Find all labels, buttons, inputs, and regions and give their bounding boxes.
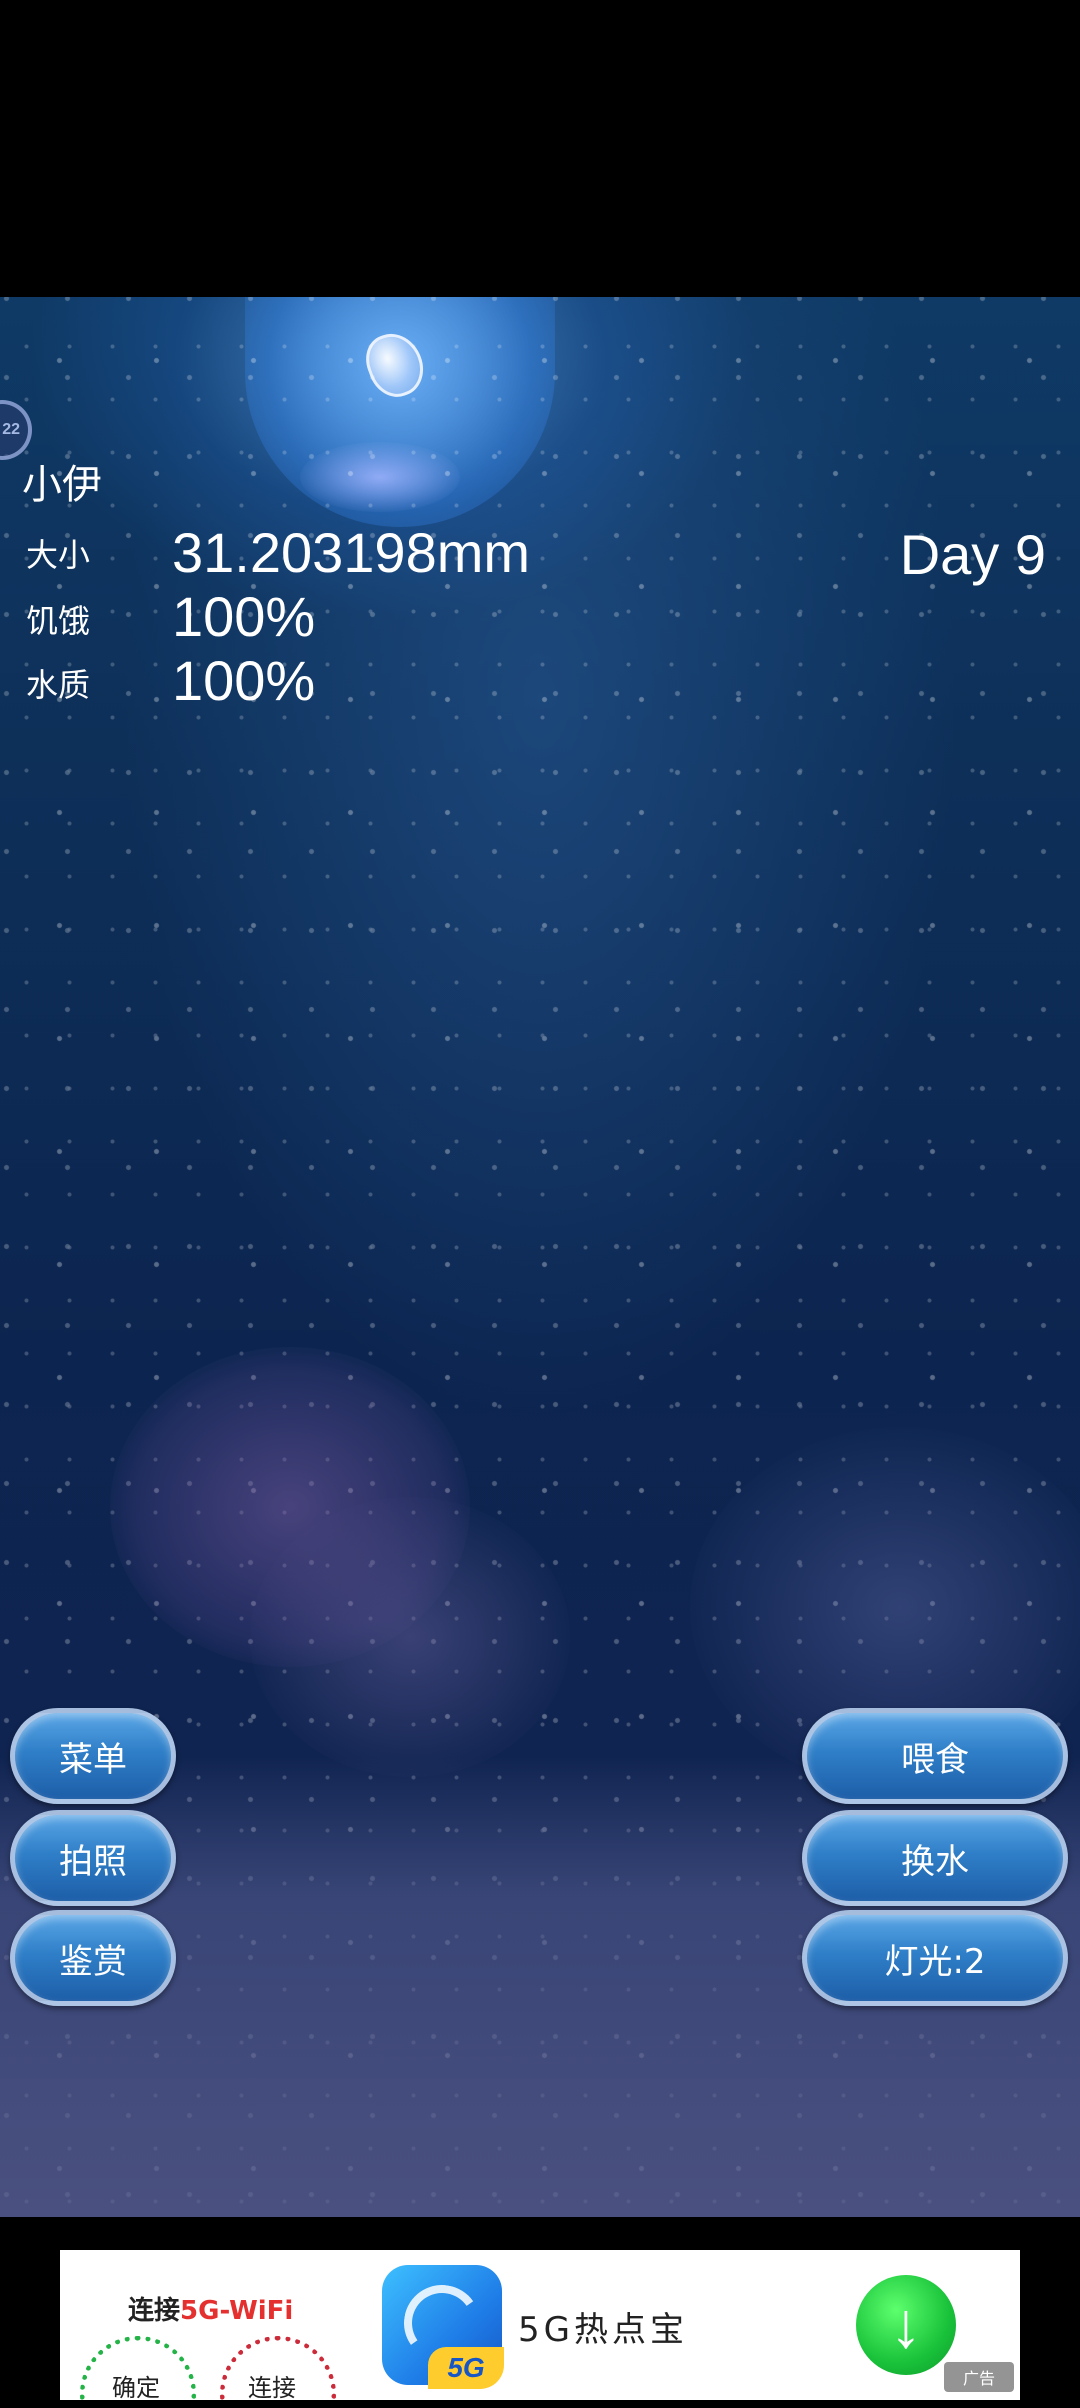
water-quality-label: 水质 bbox=[26, 666, 91, 704]
ad-app-name: 5G热点宝 bbox=[518, 2310, 688, 2350]
ad-confirm-label: 确定 bbox=[112, 2374, 160, 2400]
photo-button[interactable]: 拍照 bbox=[10, 1810, 176, 1906]
ad-wifi-title-prefix: 连接 bbox=[128, 2296, 181, 2326]
app-icon[interactable]: 5G bbox=[382, 2265, 504, 2389]
ad-badge: 广告 bbox=[944, 2362, 1014, 2392]
coral-center bbox=[250, 1497, 570, 1777]
menu-button[interactable]: 菜单 bbox=[10, 1708, 176, 1804]
size-label: 大小 bbox=[26, 536, 91, 574]
change-water-button[interactable]: 换水 bbox=[802, 1810, 1068, 1906]
ad-wifi-title: 连接5G-WiFi bbox=[128, 2290, 293, 2327]
size-value: 31.203198mm bbox=[172, 521, 531, 584]
ad-connect-label: 连接 bbox=[248, 2374, 296, 2400]
gallery-button[interactable]: 鉴赏 bbox=[10, 1910, 176, 2006]
ad-wifi-title-highlight: 5G-WiFi bbox=[180, 2296, 294, 2326]
download-arrow-icon[interactable]: ↓ bbox=[856, 2275, 956, 2375]
ad-banner[interactable]: 连接5G-WiFi 确定 连接 5G 5G热点宝 ↓ 广告 bbox=[60, 2250, 1020, 2400]
day-counter: Day 9 bbox=[899, 523, 1046, 586]
water-quality-value: 100% bbox=[172, 649, 316, 712]
light-button[interactable]: 灯光:2 bbox=[802, 1910, 1068, 2006]
pet-name: 小伊 bbox=[22, 462, 102, 508]
hunger-label: 饥饿 bbox=[26, 602, 91, 640]
app-icon-5g-tag: 5G bbox=[428, 2347, 504, 2389]
feed-button[interactable]: 喂食 bbox=[802, 1708, 1068, 1804]
hunger-value: 100% bbox=[172, 585, 316, 648]
status-area bbox=[0, 0, 1080, 297]
